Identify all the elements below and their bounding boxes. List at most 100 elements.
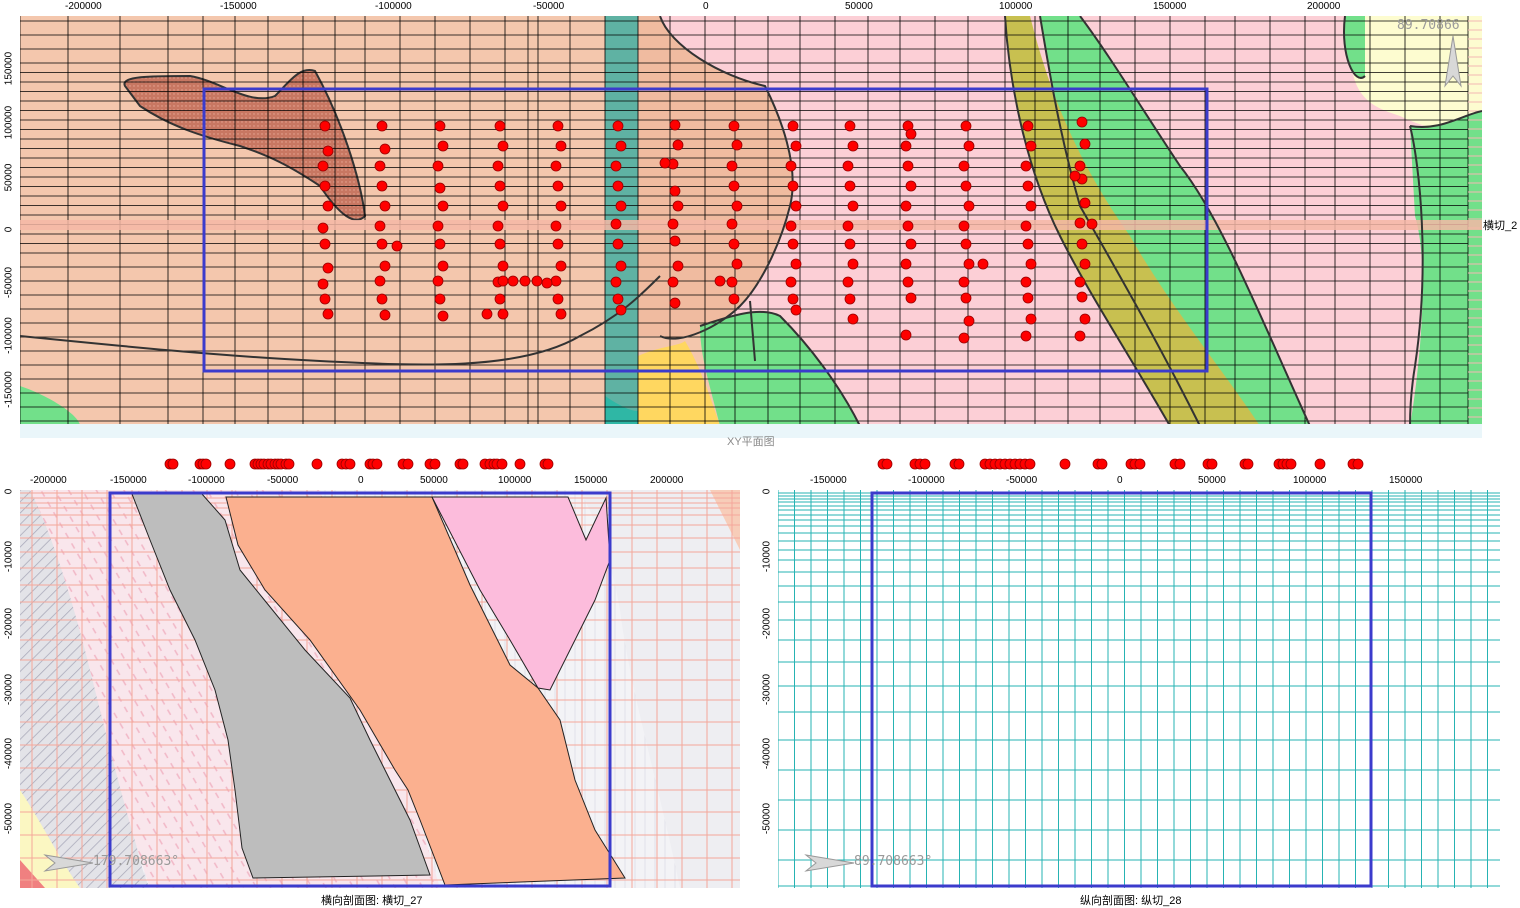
longitudinal-y-tick: -50000 [761, 802, 773, 835]
xy-y-tick: 100000 [3, 105, 15, 140]
longitudinal-angle-readout: 89.708663° [854, 854, 933, 869]
borehole-point [1059, 458, 1071, 470]
transverse-x-tick: 0 [358, 475, 364, 486]
borehole-point [610, 218, 622, 230]
borehole-point [728, 238, 740, 250]
borehole-point [902, 220, 914, 232]
transverse-section-panel[interactable]: -200000 -150000 -100000 -50000 0 50000 1… [0, 452, 760, 907]
transverse-y-tick: -50000 [3, 802, 15, 835]
borehole-point [958, 160, 970, 172]
longitudinal-section-panel[interactable]: -150000 -100000 -50000 0 50000 100000 15… [760, 452, 1520, 907]
transverse-x-tick: 200000 [650, 475, 684, 486]
borehole-point [785, 276, 797, 288]
borehole-point [728, 180, 740, 192]
borehole-point [787, 120, 799, 132]
borehole-point [319, 293, 331, 305]
borehole-point [667, 276, 679, 288]
strike-band [20, 220, 1482, 230]
borehole-point [1020, 330, 1032, 342]
borehole-point [669, 235, 681, 247]
xy-map-canvas[interactable] [20, 16, 1482, 438]
xy-x-tick: -50000 [533, 1, 565, 12]
borehole-point [371, 458, 383, 470]
xy-y-tick: -50000 [3, 266, 15, 299]
borehole-point [317, 222, 329, 234]
borehole-point [457, 458, 469, 470]
borehole-point [1025, 258, 1037, 270]
borehole-point [842, 276, 854, 288]
borehole-point [1022, 120, 1034, 132]
borehole-point [379, 143, 391, 155]
borehole-point [555, 200, 567, 212]
borehole-point [900, 200, 912, 212]
borehole-point [432, 220, 444, 232]
transverse-angle-readout: 179.708663° [93, 854, 180, 869]
longitudinal-y-tick: -10000 [761, 540, 773, 573]
borehole-point [1020, 276, 1032, 288]
longitudinal-x-tick: 100000 [1293, 475, 1327, 486]
borehole-point [379, 200, 391, 212]
transverse-canvas[interactable] [20, 490, 740, 888]
borehole-point [376, 120, 388, 132]
borehole-point [615, 140, 627, 152]
borehole-point [1076, 291, 1088, 303]
borehole-point [785, 220, 797, 232]
borehole-point [434, 238, 446, 250]
borehole-point [610, 160, 622, 172]
borehole-point [374, 220, 386, 232]
longitudinal-x-tick: 0 [1117, 475, 1123, 486]
borehole-point [429, 458, 441, 470]
xy-strike-label: 横切_2 [1483, 220, 1518, 232]
borehole-point [919, 458, 931, 470]
borehole-point [1086, 218, 1098, 230]
borehole-point [507, 275, 519, 287]
borehole-point [615, 260, 627, 272]
borehole-point [1022, 292, 1034, 304]
borehole-point [391, 240, 403, 252]
borehole-point [1024, 458, 1036, 470]
borehole-point [1079, 258, 1091, 270]
borehole-point [1020, 220, 1032, 232]
xy-y-tick: -100000 [3, 317, 15, 354]
borehole-point [960, 238, 972, 250]
borehole-point [1022, 180, 1034, 192]
borehole-point [672, 200, 684, 212]
borehole-point [672, 139, 684, 151]
transverse-x-tick: -100000 [188, 475, 225, 486]
borehole-point [497, 275, 509, 287]
borehole-point [790, 140, 802, 152]
borehole-point [844, 120, 856, 132]
borehole-point [615, 304, 627, 316]
borehole-point [669, 297, 681, 309]
borehole-point [787, 180, 799, 192]
borehole-point [960, 292, 972, 304]
borehole-point [376, 238, 388, 250]
xy-caption: XY平面图 [727, 436, 775, 448]
borehole-point [1314, 458, 1326, 470]
longitudinal-x-tick: -50000 [1006, 475, 1038, 486]
borehole-point [492, 160, 504, 172]
borehole-point [200, 458, 212, 470]
borehole-point [963, 140, 975, 152]
borehole-point [376, 180, 388, 192]
xy-x-tick: 200000 [1307, 1, 1341, 12]
borehole-point [376, 293, 388, 305]
borehole-point [552, 293, 564, 305]
longitudinal-points-strip [877, 458, 1364, 470]
transverse-caption: 横向剖面图: 横切_27 [321, 895, 423, 907]
borehole-point [881, 458, 893, 470]
borehole-point [1174, 458, 1186, 470]
borehole-point [842, 220, 854, 232]
longitudinal-canvas[interactable] [778, 490, 1500, 888]
borehole-point [667, 218, 679, 230]
xy-plan-panel[interactable]: -200000 -150000 -100000 -50000 0 50000 1… [0, 0, 1520, 450]
borehole-point [847, 313, 859, 325]
borehole-point [900, 329, 912, 341]
borehole-point [1020, 160, 1032, 172]
xy-x-tick: -200000 [65, 1, 102, 12]
borehole-point [550, 160, 562, 172]
borehole-point [610, 276, 622, 288]
xy-y-tick: 0 [3, 226, 15, 233]
borehole-point [1079, 138, 1091, 150]
borehole-point [322, 200, 334, 212]
